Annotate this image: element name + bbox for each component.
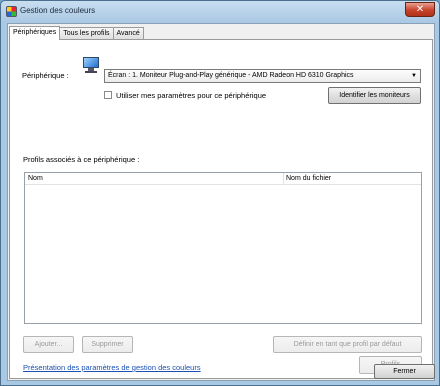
column-header-name[interactable]: Nom [25, 173, 43, 185]
device-select[interactable]: Écran : 1. Moniteur Plug-and-Play généri… [104, 69, 421, 83]
use-my-settings-checkbox[interactable] [104, 91, 112, 99]
use-my-settings-label: Utiliser mes paramètres pour ce périphér… [116, 91, 267, 100]
title-bar[interactable]: Gestion des couleurs ✕ [1, 1, 439, 23]
dialog-client-area: Périphériques Tous les profils Avancé Pé… [7, 23, 435, 381]
set-default-profile-button[interactable]: Définir en tant que profil par défaut [273, 336, 422, 353]
chevron-down-icon: ▼ [411, 73, 417, 79]
profiles-section-label: Profils associés à ce périphérique : [23, 155, 140, 164]
color-management-icon [6, 6, 17, 17]
window-close-button[interactable]: ✕ [405, 2, 435, 17]
tab-peripheriques[interactable]: Périphériques [9, 26, 61, 40]
identify-monitors-button[interactable]: Identifier les moniteurs [328, 87, 421, 104]
color-management-window: Gestion des couleurs ✕ Périphériques Tou… [0, 0, 440, 386]
column-header-filename[interactable]: Nom du fichier [283, 173, 331, 185]
close-dialog-button[interactable]: Fermer [374, 364, 435, 379]
remove-button[interactable]: Supprimer [82, 336, 133, 353]
color-management-overview-link[interactable]: Présentation des paramètres de gestion d… [23, 363, 201, 372]
monitor-icon [81, 57, 101, 75]
window-title: Gestion des couleurs [20, 6, 96, 15]
profiles-list[interactable]: Nom Nom du fichier [24, 172, 422, 324]
device-label: Périphérique : [22, 71, 69, 80]
tab-panel-devices: Périphérique : Écran : 1. Moniteur Plug-… [9, 39, 433, 379]
tab-strip: Périphériques Tous les profils Avancé [9, 26, 144, 40]
profiles-list-header: Nom Nom du fichier [25, 173, 421, 185]
add-button[interactable]: Ajouter... [23, 336, 74, 353]
device-select-value: Écran : 1. Moniteur Plug-and-Play généri… [108, 72, 354, 79]
